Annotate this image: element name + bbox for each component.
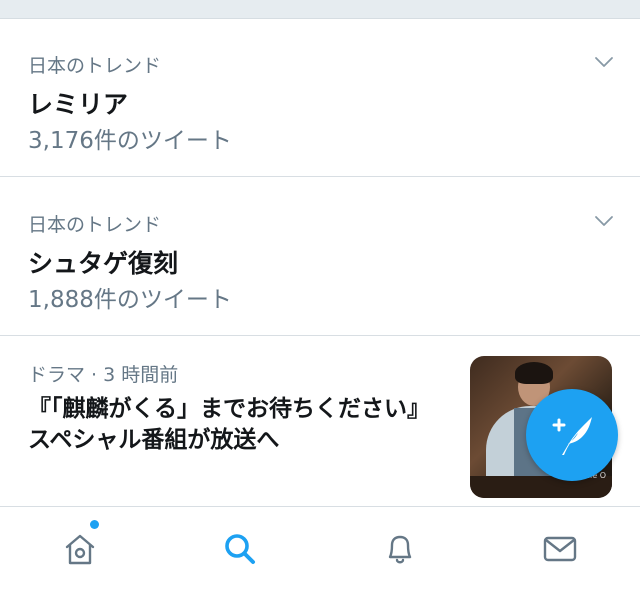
compose-quill-icon bbox=[552, 417, 592, 455]
trend-tweet-count: 1,888件のツイート bbox=[28, 287, 232, 313]
trend-item[interactable]: 日本のトレンド レミリア 3,176件のツイート bbox=[0, 19, 640, 177]
tab-messages[interactable] bbox=[536, 525, 584, 573]
tab-home[interactable] bbox=[56, 525, 104, 573]
home-notification-badge bbox=[90, 520, 99, 529]
trend-title: シュタゲ復刻 bbox=[28, 249, 179, 278]
messages-icon bbox=[543, 536, 577, 562]
notifications-icon bbox=[388, 535, 412, 564]
home-icon bbox=[65, 534, 95, 565]
thumbnail-figure-hair bbox=[515, 362, 553, 384]
compose-tweet-button[interactable] bbox=[526, 389, 618, 481]
search-icon bbox=[225, 534, 255, 564]
chevron-down-icon[interactable] bbox=[594, 55, 614, 69]
tab-notifications[interactable] bbox=[376, 525, 424, 573]
trend-context: 日本のトレンド bbox=[28, 214, 162, 236]
news-title: 『「麒麟がくる」までお待ちください』スペシャル番組が放送へ bbox=[28, 396, 419, 453]
trend-item[interactable]: 日本のトレンド シュタゲ復刻 1,888件のツイート bbox=[0, 178, 640, 336]
trend-tweet-count: 3,176件のツイート bbox=[28, 128, 232, 154]
trend-title: レミリア bbox=[28, 90, 129, 119]
top-strip bbox=[0, 0, 640, 19]
news-context: ドラマ · 3 時間前 bbox=[28, 364, 179, 386]
chevron-down-icon[interactable] bbox=[594, 214, 614, 228]
trend-context: 日本のトレンド bbox=[28, 55, 162, 77]
tab-search[interactable] bbox=[216, 525, 264, 573]
